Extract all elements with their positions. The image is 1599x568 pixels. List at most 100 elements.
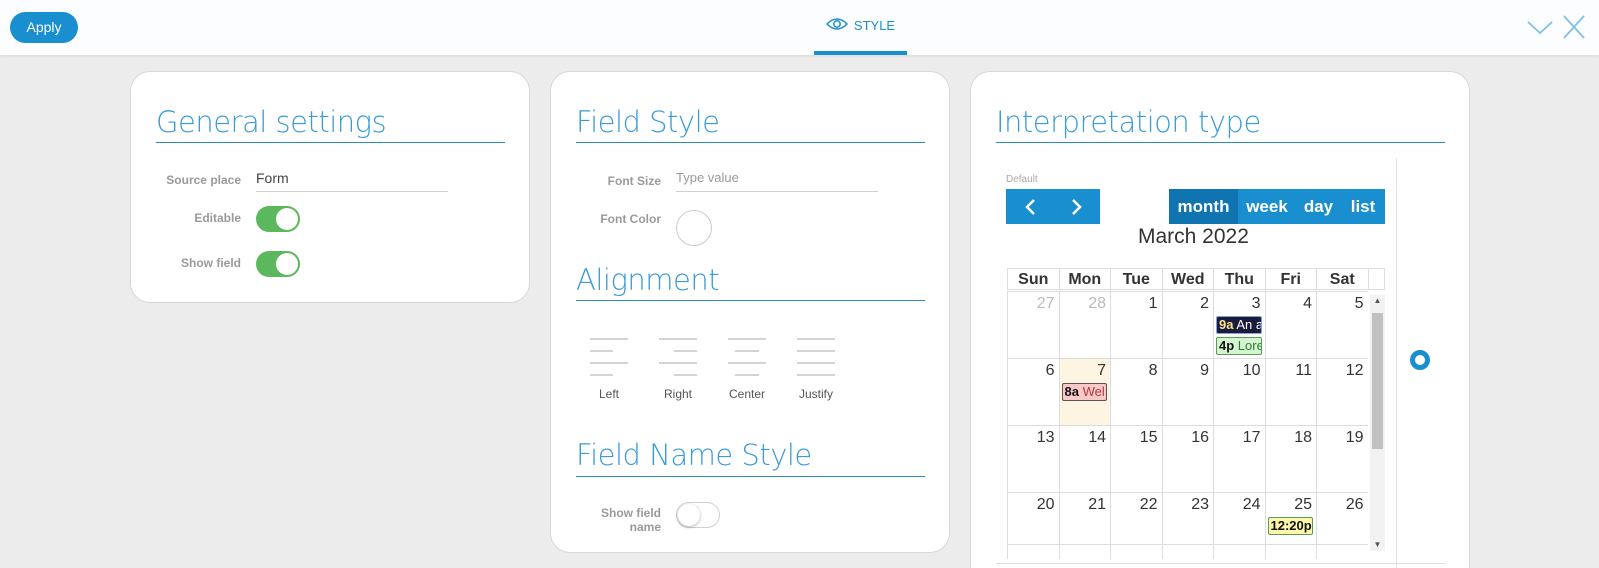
calendar-day-cell[interactable]: 26 bbox=[1316, 492, 1368, 559]
source-place-field[interactable]: Form bbox=[256, 170, 448, 192]
calendar-event[interactable]: 8a Wel bbox=[1061, 383, 1107, 401]
collapse-chevron-icon[interactable] bbox=[1526, 14, 1554, 40]
calendar-day-cell[interactable]: 18 bbox=[1264, 425, 1316, 492]
view-list-button[interactable]: list bbox=[1341, 189, 1385, 224]
calendar-day-cell[interactable]: 22 bbox=[1110, 492, 1162, 559]
calendar-day-cell[interactable]: 24 bbox=[1213, 492, 1265, 559]
calendar-day-cell[interactable]: 1 bbox=[1110, 291, 1162, 358]
calendar-day-cell[interactable]: 9 bbox=[1161, 358, 1213, 425]
chevron-left-icon bbox=[1024, 198, 1035, 215]
calendar-day-number: 9 bbox=[1200, 362, 1209, 379]
calendar-day-cell[interactable]: 8 bbox=[1110, 358, 1162, 425]
event-title: An a bbox=[1233, 317, 1262, 332]
interpretation-radio-button[interactable] bbox=[1410, 350, 1430, 370]
calendar-day-cell[interactable]: 20 bbox=[1007, 492, 1059, 559]
calendar-day-cell[interactable]: 16 bbox=[1161, 425, 1213, 492]
calendar-day-cell[interactable]: 4 bbox=[1264, 291, 1316, 358]
calendar-day-number: 13 bbox=[1036, 429, 1055, 446]
calendar-day-cell[interactable]: 14 bbox=[1058, 425, 1110, 492]
event-time: 9a bbox=[1219, 317, 1234, 332]
section-divider bbox=[576, 300, 925, 301]
calendar-day-number: 8 bbox=[1148, 362, 1158, 379]
align-left-label: Left bbox=[598, 387, 619, 401]
weekday-header-thu: Thu bbox=[1213, 268, 1265, 290]
align-justify-option[interactable]: Justify bbox=[791, 337, 841, 401]
calendar-day-number: 22 bbox=[1139, 496, 1158, 513]
scrollbar-thumb[interactable] bbox=[1372, 313, 1383, 449]
weekday-header-sun: Sun bbox=[1007, 268, 1059, 290]
show-field-name-toggle[interactable] bbox=[676, 502, 720, 528]
calendar-day-cell[interactable]: 2 bbox=[1161, 291, 1213, 358]
scroll-up-arrow-icon[interactable]: ▲ bbox=[1370, 295, 1385, 307]
chevron-right-icon bbox=[1071, 198, 1082, 215]
field-style-card: Field Style Font Size Type value Font Co… bbox=[550, 71, 950, 553]
next-month-button[interactable] bbox=[1053, 189, 1100, 224]
event-time: 8a bbox=[1064, 384, 1079, 399]
apply-button[interactable]: Apply bbox=[10, 12, 78, 43]
tab-style-label: STYLE bbox=[853, 18, 896, 33]
font-size-input[interactable]: Type value bbox=[676, 170, 878, 192]
calendar-day-number: 2 bbox=[1200, 295, 1209, 312]
calendar-day-number: 23 bbox=[1191, 496, 1209, 513]
calendar-event[interactable]: 4p Lore bbox=[1216, 337, 1262, 355]
calendar-day-number: 4 bbox=[1303, 295, 1312, 312]
align-left-option[interactable]: Left bbox=[584, 337, 634, 401]
align-right-option[interactable]: Right bbox=[653, 337, 703, 401]
view-day-button[interactable]: day bbox=[1296, 189, 1341, 224]
event-title: Wel bbox=[1078, 384, 1105, 399]
calendar-day-number: 21 bbox=[1088, 496, 1106, 513]
calendar-day-cell[interactable]: 21 bbox=[1058, 492, 1110, 559]
editable-toggle[interactable] bbox=[256, 206, 300, 232]
calendar-event[interactable]: 9a An a bbox=[1216, 316, 1262, 334]
calendar-day-number: 26 bbox=[1345, 496, 1364, 513]
general-settings-card: General settings Source place Form Edita… bbox=[130, 71, 530, 303]
calendar-day-number: 1 bbox=[1148, 295, 1158, 312]
close-icon[interactable] bbox=[1560, 14, 1588, 40]
weekday-header-wed: Wed bbox=[1161, 268, 1213, 290]
scroll-down-arrow-icon[interactable]: ▼ bbox=[1370, 539, 1385, 551]
calendar-day-cell[interactable]: 10 bbox=[1213, 358, 1265, 425]
calendar-month-title: March 2022 bbox=[1138, 225, 1249, 248]
tab-style[interactable]: STYLE bbox=[814, 0, 907, 55]
calendar-grid-bottom bbox=[1007, 544, 1368, 545]
section-divider bbox=[576, 476, 925, 477]
calendar-day-cell[interactable]: 15 bbox=[1110, 425, 1162, 492]
view-week-button[interactable]: week bbox=[1238, 189, 1296, 224]
field-name-style-title: Field Name Style bbox=[576, 438, 812, 472]
font-color-picker[interactable] bbox=[676, 210, 712, 246]
calendar-day-cell[interactable]: 13 bbox=[1007, 425, 1059, 492]
align-right-icon bbox=[659, 338, 697, 376]
view-month-button[interactable]: month bbox=[1169, 189, 1238, 224]
prev-month-button[interactable] bbox=[1006, 189, 1053, 224]
font-color-label: Font Color bbox=[600, 212, 661, 226]
calendar-day-number: 27 bbox=[1036, 295, 1055, 312]
calendar-event[interactable]: 12:20p bbox=[1267, 517, 1313, 535]
calendar-day-cell[interactable]: 5 bbox=[1316, 291, 1368, 358]
calendar-day-cell[interactable]: 12 bbox=[1316, 358, 1368, 425]
align-right-label: Right bbox=[663, 387, 692, 401]
calendar-day-cell[interactable]: 28 bbox=[1058, 291, 1110, 358]
field-style-title: Field Style bbox=[576, 105, 720, 139]
source-place-label: Source place bbox=[166, 173, 241, 187]
calendar-day-cell[interactable]: 17 bbox=[1213, 425, 1265, 492]
align-center-option[interactable]: Center bbox=[722, 337, 772, 401]
general-settings-title: General settings bbox=[156, 105, 387, 139]
calendar-day-number: 28 bbox=[1088, 295, 1106, 312]
calendar-day-cell[interactable]: 19 bbox=[1316, 425, 1368, 492]
show-field-name-label-line2: name bbox=[629, 520, 661, 534]
calendar-day-cell[interactable]: 23 bbox=[1161, 492, 1213, 559]
calendar-scrollbar[interactable]: ▲ ▼ bbox=[1370, 295, 1385, 551]
show-field-toggle[interactable] bbox=[256, 251, 300, 277]
align-center-label: Center bbox=[728, 387, 766, 401]
alignment-title: Alignment bbox=[576, 263, 720, 297]
calendar-day-number: 16 bbox=[1191, 429, 1209, 446]
weekday-header-mon: Mon bbox=[1058, 268, 1110, 290]
section-divider bbox=[576, 142, 925, 143]
calendar-day-cell[interactable]: 11 bbox=[1264, 358, 1316, 425]
calendar-day-cell[interactable]: 6 bbox=[1007, 358, 1059, 425]
calendar-day-cell[interactable]: 27 bbox=[1007, 291, 1059, 358]
calendar-day-number: 14 bbox=[1088, 429, 1106, 446]
calendar-day-number: 6 bbox=[1045, 362, 1055, 379]
calendar-day-number: 19 bbox=[1345, 429, 1364, 446]
font-size-label: Font Size bbox=[607, 174, 661, 188]
